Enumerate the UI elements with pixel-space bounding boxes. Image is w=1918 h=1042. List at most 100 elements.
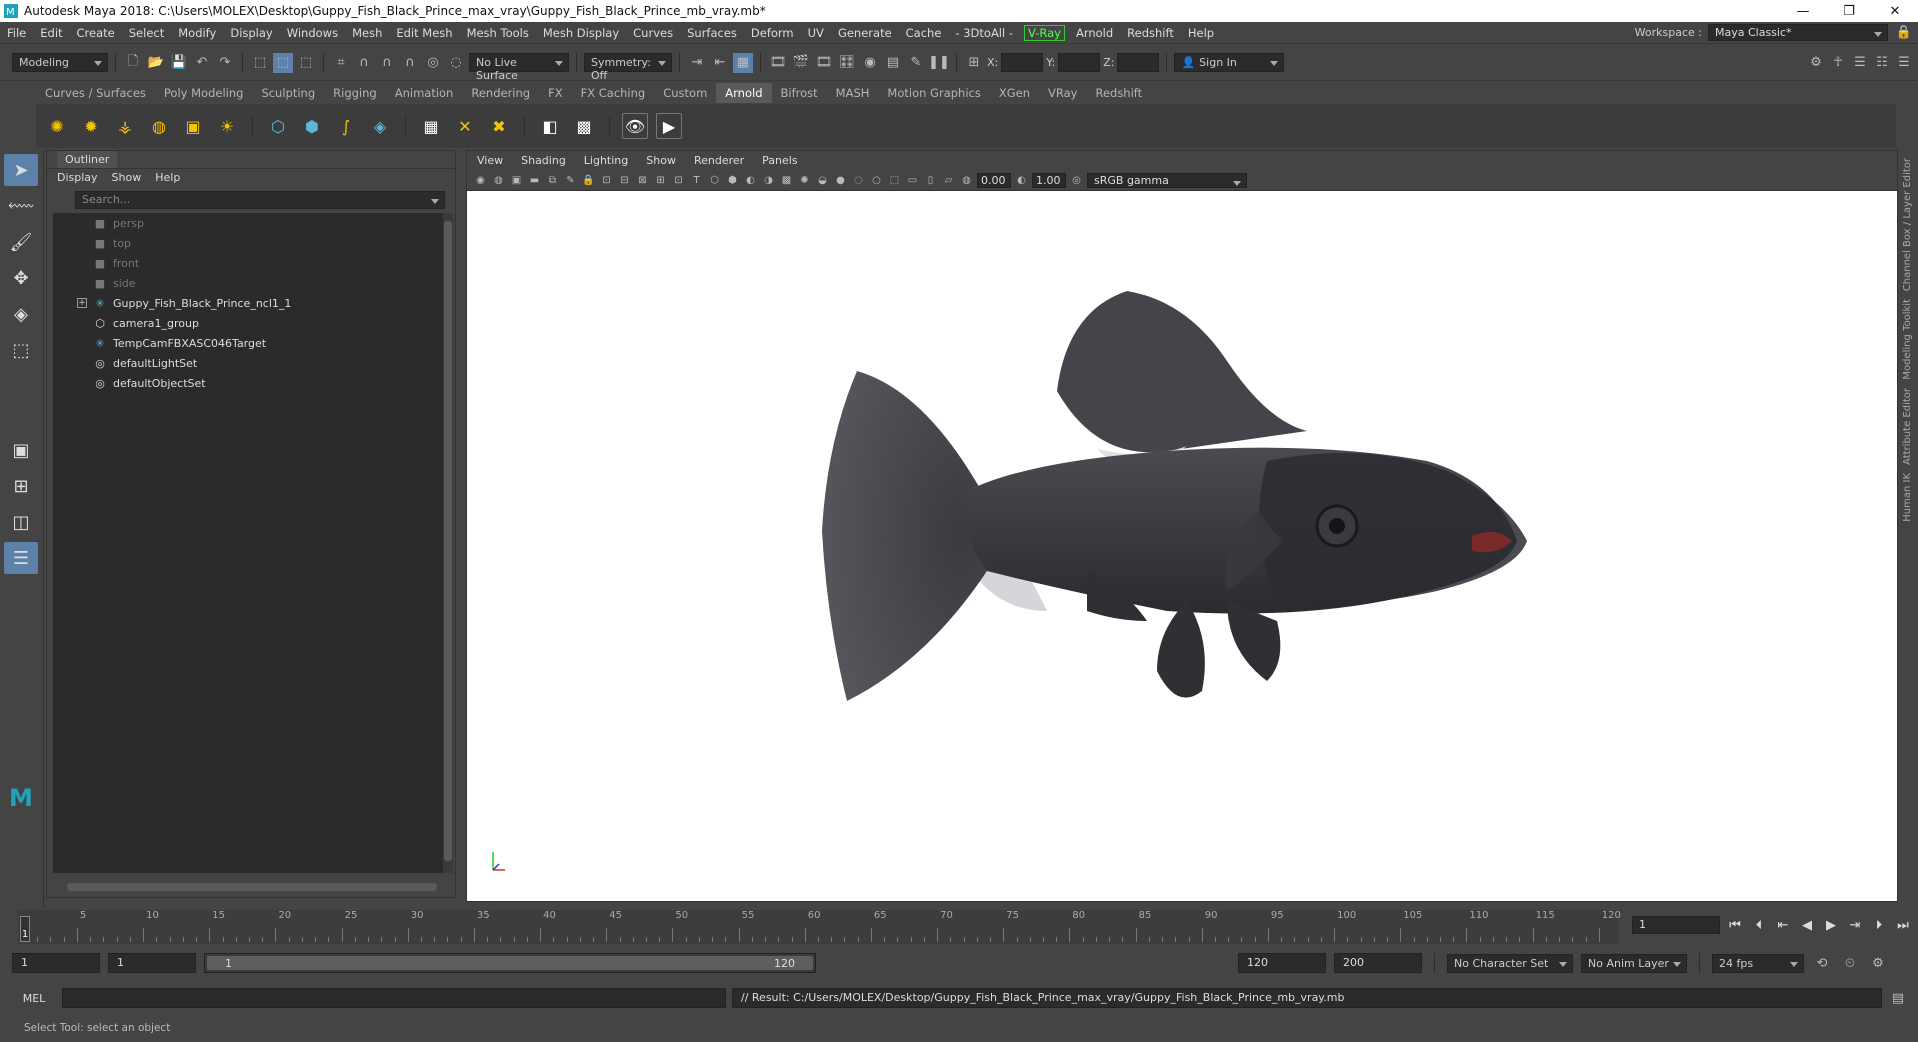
render-settings-icon[interactable]: 🎛 <box>837 53 857 73</box>
list-item[interactable]: ■ top <box>53 233 453 253</box>
snap-live-icon[interactable]: ◌ <box>446 53 466 73</box>
menu-surfaces[interactable]: Surfaces <box>680 26 744 40</box>
physical-sky-icon[interactable]: ☀ <box>214 113 240 139</box>
step-back-icon[interactable]: ⏴ <box>1750 918 1768 933</box>
menu-edit[interactable]: Edit <box>33 26 69 40</box>
area-light-icon[interactable]: ✺ <box>44 113 70 139</box>
shelf-tab-poly-modeling[interactable]: Poly Modeling <box>155 83 253 103</box>
snap-curve-icon[interactable]: ∩ <box>354 53 374 73</box>
render-frame-icon[interactable]: 🎬 <box>791 53 811 73</box>
character-set-dropdown[interactable]: No Character Set <box>1447 953 1573 973</box>
play-back-icon[interactable]: ◀ <box>1798 918 1816 933</box>
expand-icon[interactable]: + <box>77 298 87 308</box>
outliner-menu-help[interactable]: Help <box>155 171 180 187</box>
motion-blur-icon[interactable]: ● <box>833 174 848 188</box>
safe-action-icon[interactable]: ⊡ <box>671 174 686 188</box>
lasso-tool-icon[interactable]: ⬳ <box>4 190 38 222</box>
menu-vray[interactable]: V-Ray <box>1024 24 1065 41</box>
go-to-start-icon[interactable]: ⏮ <box>1726 918 1744 933</box>
tx-manager-icon[interactable]: ▦ <box>418 113 444 139</box>
menu-mesh-tools[interactable]: Mesh Tools <box>460 26 536 40</box>
default-lighting-icon[interactable]: ◐ <box>743 174 758 188</box>
export-standin-icon[interactable]: ⬢ <box>299 113 325 139</box>
select-object-icon[interactable]: ⬚ <box>273 52 293 73</box>
select-component-icon[interactable]: ⬚ <box>296 53 316 73</box>
menu-create[interactable]: Create <box>70 26 122 40</box>
channel-box-icon[interactable]: ☰ <box>1894 53 1914 73</box>
rotate-tool-icon[interactable]: ◈ <box>4 298 38 330</box>
shelf-tab-arnold[interactable]: Arnold <box>716 83 772 103</box>
color-management-icon[interactable]: ◎ <box>1069 174 1084 188</box>
auto-key-icon[interactable]: ⏲ <box>1840 953 1860 973</box>
live-surface-field[interactable]: No Live Surface <box>469 53 569 82</box>
menu-uv[interactable]: UV <box>801 26 831 40</box>
menu-set-dropdown[interactable]: Modeling <box>12 53 108 72</box>
flush-cache-icon[interactable]: ✕ <box>452 113 478 139</box>
attribute-editor-icon[interactable]: ☰ <box>1850 53 1870 73</box>
viewport-menu-renderer[interactable]: Renderer <box>694 154 744 168</box>
pause-viewport-icon[interactable]: ❚❚ <box>928 53 950 73</box>
step-forward-key-icon[interactable]: ⇥ <box>1846 918 1864 933</box>
gamma-icon[interactable]: ◐ <box>1014 174 1029 188</box>
shelf-tab-sculpting[interactable]: Sculpting <box>252 83 324 103</box>
menu-curves[interactable]: Curves <box>626 26 680 40</box>
sign-in-button[interactable]: 👤 Sign In <box>1174 53 1285 72</box>
shelf-tab-mash[interactable]: MASH <box>827 83 879 103</box>
shelf-tab-rigging[interactable]: Rigging <box>324 83 386 103</box>
bookmarks-icon[interactable]: ▣ <box>509 174 524 188</box>
shelf-tab-fx-caching[interactable]: FX Caching <box>572 83 655 103</box>
time-slider-track[interactable]: 5 10 15 20 25 30 35 40 45 50 55 60 65 70 75 80 85 90 95 100… <box>18 910 1621 944</box>
light-editor-icon[interactable]: ✎ <box>906 53 926 73</box>
outliner-search-input[interactable]: Search... <box>75 191 445 209</box>
step-forward-icon[interactable]: ⏵ <box>1870 918 1888 933</box>
depth-of-field-icon[interactable]: ○ <box>869 174 884 188</box>
shelf-tab-rendering[interactable]: Rendering <box>462 83 539 103</box>
image-plane-icon[interactable]: ▬ <box>527 174 542 188</box>
two-pane-layout-icon[interactable]: ◫ <box>4 506 38 538</box>
menu-modify[interactable]: Modify <box>171 26 223 40</box>
render-arnold-icon[interactable]: ◧ <box>537 113 563 139</box>
hypershade-icon[interactable]: ◉ <box>860 53 880 73</box>
shelf-tab-custom[interactable]: Custom <box>654 83 716 103</box>
volume-icon[interactable]: ◈ <box>367 113 393 139</box>
single-pane-layout-icon[interactable]: ▣ <box>4 434 38 466</box>
menu-windows[interactable]: Windows <box>280 26 345 40</box>
shelf-tab-animation[interactable]: Animation <box>386 83 463 103</box>
mel-label[interactable]: MEL <box>12 992 56 1005</box>
licensing-icon[interactable]: ✖ <box>486 113 512 139</box>
animation-start-field[interactable]: 1 <box>12 953 100 973</box>
list-item[interactable]: ■ front <box>53 253 453 273</box>
textured-icon[interactable]: ▩ <box>779 174 794 188</box>
list-item[interactable]: ⬡ camera1_group <box>53 313 453 333</box>
menu-deform[interactable]: Deform <box>744 26 801 40</box>
construction-history-icon[interactable]: ▦ <box>733 52 753 73</box>
menu-file[interactable]: File <box>0 26 33 40</box>
photometric-light-icon[interactable]: ⚶ <box>112 113 138 139</box>
shelf-tab-curves-surfaces[interactable]: Curves / Surfaces <box>36 83 155 103</box>
gamma-field[interactable]: 1.00 <box>1032 173 1066 188</box>
ipr-render-icon[interactable]: 🎞 <box>814 53 834 73</box>
script-editor-icon[interactable]: ▤ <box>1888 988 1908 1008</box>
safe-title-icon[interactable]: T <box>689 174 704 188</box>
select-hierarchy-icon[interactable]: ⬚ <box>250 53 270 73</box>
render-view-icon[interactable]: 🎞 <box>768 53 788 73</box>
outliner-tab[interactable]: Outliner <box>57 151 118 168</box>
exposure-icon[interactable]: ◍ <box>959 174 974 188</box>
exposure-field[interactable]: 0.00 <box>977 173 1011 188</box>
output-ops-icon[interactable]: ⇤ <box>710 53 730 73</box>
viewport-menu-view[interactable]: View <box>477 154 503 168</box>
playblast-icon[interactable]: ▶ <box>656 113 682 139</box>
close-button[interactable]: ✕ <box>1872 4 1918 19</box>
anti-aliasing-icon[interactable]: ◌ <box>851 174 866 188</box>
menu-display[interactable]: Display <box>223 26 279 40</box>
tab-human-ik[interactable]: Human IK <box>1902 473 1913 522</box>
wireframe-icon[interactable]: ⬡ <box>707 174 722 188</box>
gate-mask-icon[interactable]: ⊠ <box>635 174 650 188</box>
scale-tool-icon[interactable]: ⬚ <box>4 334 38 366</box>
shelf-tab-vray[interactable]: VRay <box>1039 83 1086 103</box>
tab-channel-box[interactable]: Channel Box / Layer Editor <box>1902 158 1913 291</box>
outliner-menu-show[interactable]: Show <box>112 171 142 187</box>
use-all-lights-icon[interactable]: ✺ <box>797 174 812 188</box>
y-field[interactable] <box>1058 53 1101 72</box>
play-forward-icon[interactable]: ▶ <box>1822 918 1840 933</box>
